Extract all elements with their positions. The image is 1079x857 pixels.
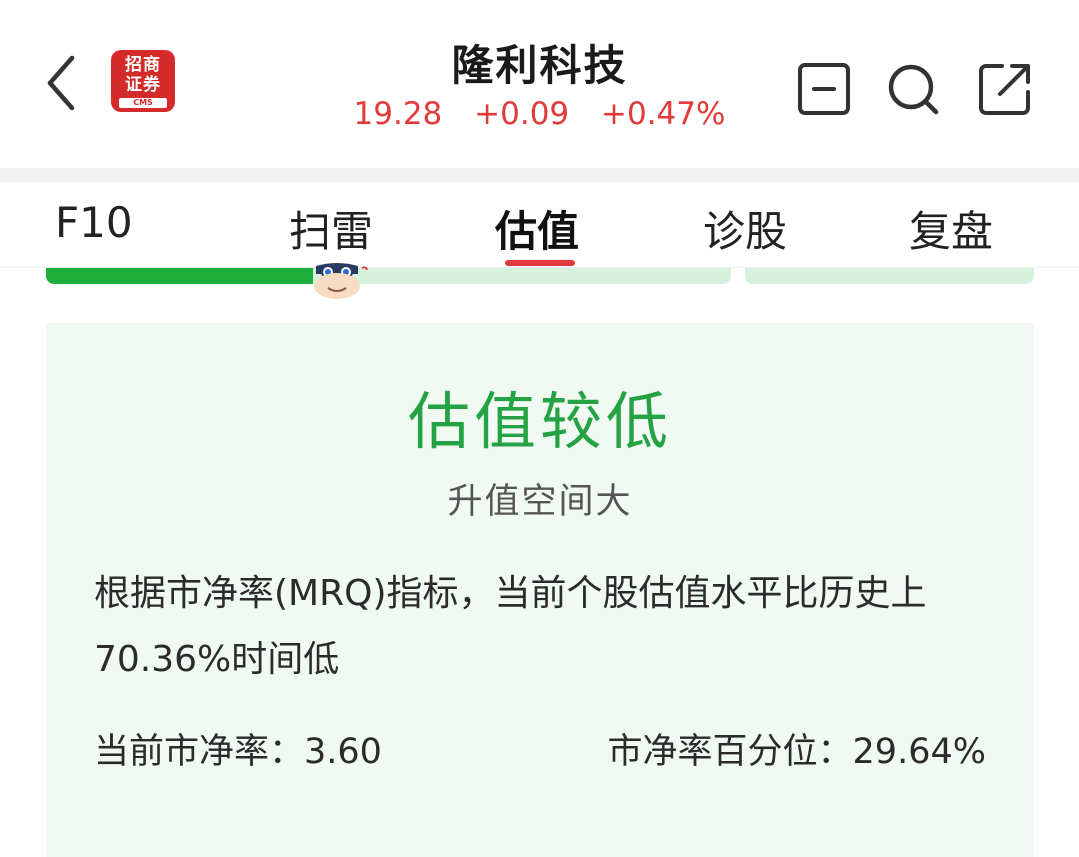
valuation-meter-right-track [745, 268, 1034, 284]
tab-f10[interactable]: F10 [55, 198, 133, 247]
tab-diagnosis[interactable]: 诊股 [703, 198, 787, 259]
stock-price: 19.28 [353, 96, 443, 132]
pb-percentile: 市净率百分位：29.64% [608, 723, 986, 774]
tab-review[interactable]: 复盘 [909, 198, 993, 259]
tab-valuation[interactable]: 估值 [495, 198, 579, 259]
pb-label: 当前市净率： [94, 732, 305, 772]
stock-valuation-page: 招商 证券 CMS 隆利科技 19.28 +0.09 +0.47% F10 扫雷… [0, 0, 1079, 857]
pb-percentile-value: 29.64% [852, 732, 986, 772]
top-header: 招商 证券 CMS 隆利科技 19.28 +0.09 +0.47% [0, 0, 1079, 168]
valuation-card: 估值较低 升值空间大 根据市净率(MRQ)指标，当前个股估值水平比历史上70.3… [46, 323, 1034, 857]
tab-bar: F10 扫雷 估值 诊股 复盘 [0, 182, 1079, 268]
pb-current: 当前市净率：3.60 [94, 723, 382, 774]
tab-scan[interactable]: 扫雷 [289, 198, 373, 259]
header-divider [0, 168, 1079, 182]
valuation-subverdict: 升值空间大 [447, 482, 633, 522]
valuation-meter [46, 268, 731, 284]
stock-change: +0.09 [474, 96, 570, 132]
share-icon [979, 64, 1030, 115]
mascot-icon [306, 262, 368, 302]
pb-percentile-label: 市净率百分位： [607, 732, 853, 772]
valuation-meter-fill [46, 268, 314, 284]
search-button[interactable] [886, 62, 940, 116]
active-tab-indicator [505, 260, 575, 266]
stock-change-pct: +0.47% [601, 96, 726, 132]
search-icon [888, 64, 939, 115]
pb-value: 3.60 [304, 732, 382, 772]
valuation-verdict: 估值较低 [407, 385, 672, 458]
share-button[interactable] [978, 62, 1032, 116]
minus-box-button[interactable] [797, 62, 851, 116]
minus-box-icon [798, 63, 850, 115]
valuation-description: 根据市净率(MRQ)指标，当前个股估值水平比历史上70.36%时间低 [94, 573, 927, 680]
